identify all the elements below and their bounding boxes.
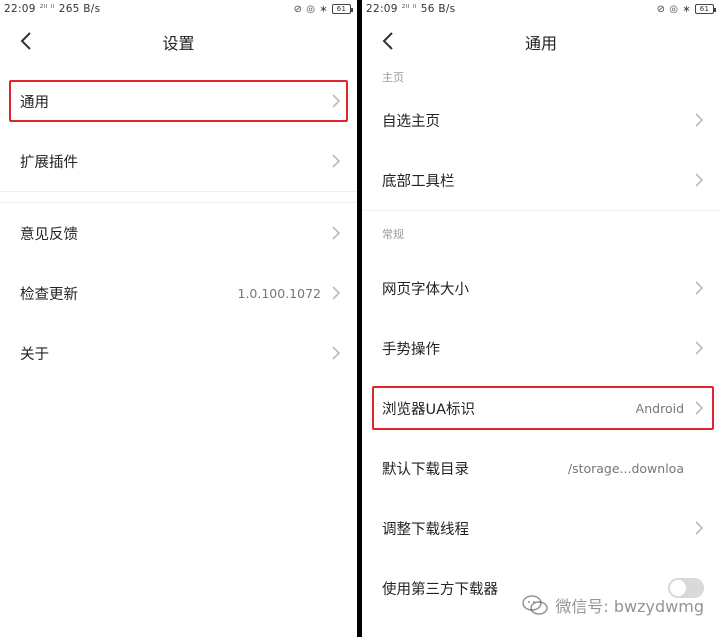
row-label: 底部工具栏 [382,173,455,190]
chevron-right-icon [695,341,704,355]
settings-item-gestures[interactable]: 手势操作 [362,318,720,378]
row-label: 使用第三方下载器 [382,581,498,598]
settings-item-bottom-toolbar[interactable]: 底部工具栏 [362,150,720,210]
row-label: 意见反馈 [20,226,78,243]
settings-item-feedback[interactable]: 意见反馈 [0,203,357,263]
back-icon [382,32,393,50]
section-header-general: 常规 [362,210,720,258]
row-label: 关于 [20,346,49,363]
vpn-icon: ⊘ [656,3,666,15]
chevron-right-icon [695,281,704,295]
settings-item-general[interactable]: 通用 [9,80,348,122]
wechat-icon [522,595,549,615]
row-label: 通用 [20,94,49,111]
general-settings-list: 主页 自选主页 底部工具栏 常规 网页字体大小 手势操作 浏览器UA标识 And… [362,66,720,618]
bluetooth-icon: ∗ [319,3,328,15]
chevron-right-icon [332,286,341,300]
settings-item-user-agent[interactable]: 浏览器UA标识 Android [372,386,714,430]
settings-item-extensions[interactable]: 扩展插件 [0,131,357,191]
back-button[interactable] [376,28,400,54]
section-header-home: 主页 [382,71,404,84]
settings-item-download-threads[interactable]: 调整下载线程 [362,498,720,558]
settings-item-font-size[interactable]: 网页字体大小 [362,258,720,318]
settings-item-download-dir[interactable]: 默认下载目录 /storage...downloa [362,438,720,498]
row-label: 扩展插件 [20,154,78,171]
back-button[interactable] [14,28,38,54]
chevron-right-icon [332,226,341,240]
wechat-watermark: 微信号: bwzydwmg [521,593,704,617]
lock-icon: ◎ [669,3,679,15]
page-title: 设置 [162,34,195,53]
title-bar: 通用 [362,18,720,66]
ua-value: Android [635,400,684,416]
vpn-icon: ⊘ [293,3,303,15]
network-speed: 56 B/s [420,3,456,15]
general-settings-screen: 22:09 ²ᴵᴵ ᴵᴵ 56 B/s ⊘ ◎ ∗ 61 通用 主页 自选主页 … [362,0,720,637]
page-title: 通用 [524,34,557,53]
watermark-text: 微信号: bwzydwmg [555,597,704,616]
section-divider [0,191,357,203]
row-label: 默认下载目录 [382,461,469,478]
chevron-right-icon [332,346,341,360]
settings-item-check-update[interactable]: 检查更新 1.0.100.1072 [0,263,357,323]
row-label: 检查更新 [20,286,78,303]
version-value: 1.0.100.1072 [237,285,322,301]
settings-screen: 22:09 ²ᴵᴵ ᴵᴵ 265 B/s ⊘ ◎ ∗ 61 设置 通用 扩展插件 [0,0,357,637]
row-label: 调整下载线程 [382,521,469,538]
chevron-right-icon [332,94,341,108]
bluetooth-icon: ∗ [682,3,691,15]
settings-list: 通用 扩展插件 意见反馈 检查更新 1.0.100.1072 关于 [0,80,357,383]
chevron-right-icon [332,154,341,168]
row-label: 自选主页 [382,113,440,130]
network-speed: 265 B/s [58,3,101,15]
battery-icon: 61 [695,4,716,14]
chevron-right-icon [695,113,704,127]
chevron-right-icon [695,521,704,535]
settings-item-about[interactable]: 关于 [0,323,357,383]
status-bar: 22:09 ²ᴵᴵ ᴵᴵ 265 B/s ⊘ ◎ ∗ 61 [0,0,357,18]
download-dir-value: /storage...downloa [567,460,684,476]
settings-item-home-page[interactable]: 自选主页 [362,90,720,150]
lock-icon: ◎ [306,3,316,15]
row-label: 浏览器UA标识 [382,401,476,418]
row-label: 手势操作 [382,341,440,358]
chevron-right-icon [695,173,704,187]
signal-icon: ²ᴵᴵ ᴵᴵ [39,4,55,14]
back-icon [20,32,31,50]
status-time: 22:09 [4,3,36,15]
signal-icon: ²ᴵᴵ ᴵᴵ [401,4,417,14]
row-label: 网页字体大小 [382,281,469,298]
battery-icon: 61 [332,4,353,14]
title-bar: 设置 [0,18,357,66]
status-time: 22:09 [366,3,398,15]
chevron-right-icon [695,401,704,415]
status-bar: 22:09 ²ᴵᴵ ᴵᴵ 56 B/s ⊘ ◎ ∗ 61 [362,0,720,18]
